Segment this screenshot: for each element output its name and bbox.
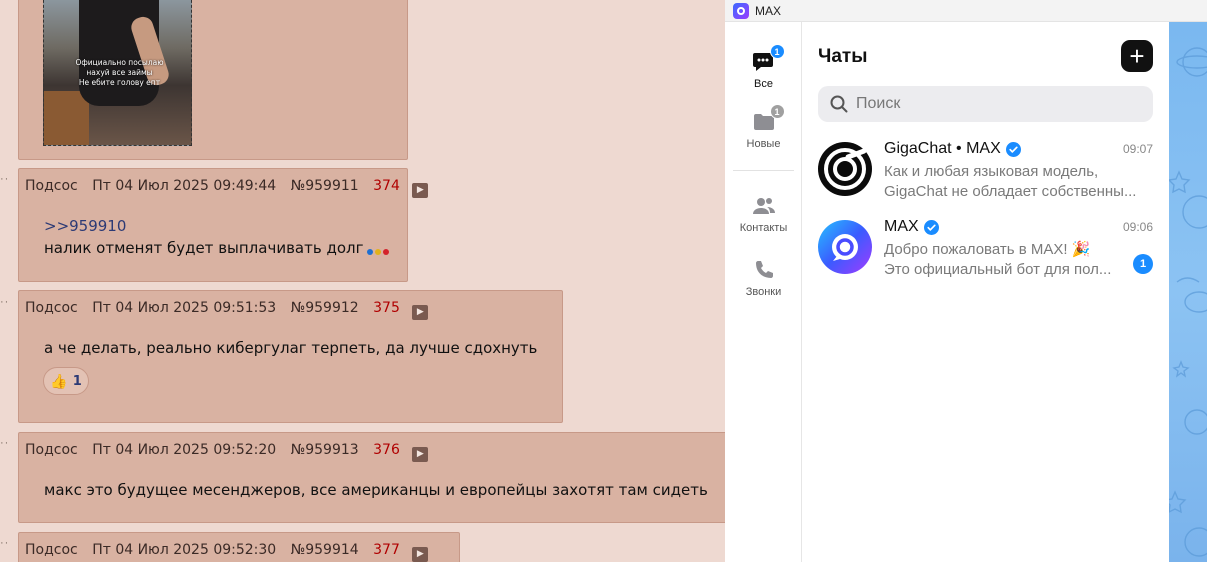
search-input[interactable] xyxy=(856,95,1136,113)
post-header: Подсос Пт 04 Июл 2025 09:51:53 №959912 3… xyxy=(25,300,438,320)
search-icon xyxy=(830,95,848,113)
post-body: >>959910 налик отменят будет выплачивать… xyxy=(44,215,391,261)
unread-badge: 1 xyxy=(1133,254,1153,274)
post-image-thumbnail[interactable]: Официально посылаю нахуй все займы Не еб… xyxy=(43,0,192,146)
post-header: Подсос Пт 04 Июл 2025 09:52:30 №959914 3… xyxy=(25,542,438,562)
nav-calls[interactable]: Звонки xyxy=(725,258,802,298)
verified-icon xyxy=(923,219,939,235)
post-author: Подсос xyxy=(25,442,78,458)
post-header: Подсос Пт 04 Июл 2025 09:52:20 №959913 3… xyxy=(25,442,438,462)
search-bar[interactable] xyxy=(818,86,1153,122)
chat-wallpaper xyxy=(1169,22,1207,562)
post-author: Подсос xyxy=(25,300,78,316)
chats-panel: Чаты + GigaChat • MAX 09:07 Как и любая … xyxy=(802,22,1169,562)
thumbs-up-icon: 👍 xyxy=(50,372,68,389)
post-dots: ·· xyxy=(0,173,10,185)
post-author: Подсос xyxy=(25,178,78,194)
nav-contacts[interactable]: Контакты xyxy=(725,194,802,234)
post-dots: ·· xyxy=(0,537,10,549)
post-dots: ·· xyxy=(0,437,10,449)
verified-icon xyxy=(1005,141,1021,157)
post-index: 376 xyxy=(373,442,400,458)
imageboard-thread: Официально посылаю нахуй все займы Не еб… xyxy=(0,0,725,562)
reply-link[interactable]: >>959910 xyxy=(44,215,391,237)
post-375: Подсос Пт 04 Июл 2025 09:51:53 №959912 3… xyxy=(18,290,563,423)
contacts-icon xyxy=(751,194,777,218)
post-number[interactable]: №959911 xyxy=(291,178,359,194)
chat-time: 09:07 xyxy=(1122,142,1153,156)
play-icon[interactable]: ▶ xyxy=(412,305,429,320)
post-index: 374 xyxy=(373,178,400,194)
nav-divider xyxy=(733,170,794,171)
post-number[interactable]: №959914 xyxy=(291,542,359,558)
post-date: Пт 04 Июл 2025 09:52:30 xyxy=(92,542,277,558)
phone-icon xyxy=(751,258,777,282)
folder-icon: 1 xyxy=(751,104,785,134)
post-date: Пт 04 Июл 2025 09:52:20 xyxy=(92,442,277,458)
post-number[interactable]: №959913 xyxy=(291,442,359,458)
max-logo-icon xyxy=(733,2,749,19)
page-title: Чаты xyxy=(818,46,868,67)
nav-new-chats[interactable]: 1 Новые xyxy=(725,104,802,150)
new-chat-button[interactable]: + xyxy=(1121,40,1153,72)
post-image: Официально посылаю нахуй все займы Не еб… xyxy=(18,0,408,160)
chat-name: MAX xyxy=(884,218,939,236)
post-index: 375 xyxy=(373,300,400,316)
post-date: Пт 04 Июл 2025 09:51:53 xyxy=(92,300,277,316)
chat-name: GigaChat • MAX xyxy=(884,140,1021,158)
post-index: 377 xyxy=(373,542,400,558)
play-icon[interactable]: ▶ xyxy=(412,547,429,562)
nav-all-badge: 1 xyxy=(769,44,785,59)
reaction-count: 1 xyxy=(72,373,82,389)
gigachat-avatar xyxy=(818,142,872,196)
color-dots-icon xyxy=(367,239,391,261)
post-author: Подсос xyxy=(25,542,78,558)
post-376: Подсос Пт 04 Июл 2025 09:52:20 №959913 3… xyxy=(18,432,725,523)
image-caption: Официально посылаю нахуй все займы Не еб… xyxy=(75,58,164,87)
chat-preview: Добро пожаловать в MAX! 🎉 Это официальны… xyxy=(884,241,1112,278)
post-body: а че делать, реально кибергулаг терпеть,… xyxy=(44,339,538,357)
post-374: Подсос Пт 04 Июл 2025 09:49:44 №959911 3… xyxy=(18,168,429,282)
nav-contacts-label: Контакты xyxy=(739,222,788,234)
chat-time: 09:06 xyxy=(1122,220,1153,234)
play-icon[interactable]: ▶ xyxy=(412,447,429,462)
nav-new-badge: 1 xyxy=(769,104,785,119)
nav-new-label: Новые xyxy=(746,138,781,150)
chat-item-gigachat[interactable]: GigaChat • MAX 09:07 Как и любая языкова… xyxy=(802,136,1169,210)
post-dots: ·· xyxy=(0,296,10,308)
chat-preview: Как и любая языковая модель, GigaChat не… xyxy=(884,163,1137,200)
post-number[interactable]: №959912 xyxy=(291,300,359,316)
chat-bubble-icon: 1 xyxy=(751,44,785,74)
post-date: Пт 04 Июл 2025 09:49:44 xyxy=(92,178,277,194)
window-title: MAX xyxy=(755,3,782,18)
max-sidebar-nav: 1 Все 1 Новые Контакты Звонки xyxy=(725,22,802,562)
nav-calls-label: Звонки xyxy=(745,286,782,298)
post-header: Подсос Пт 04 Июл 2025 09:49:44 №959911 3… xyxy=(25,178,438,198)
max-avatar xyxy=(818,220,872,274)
post-body: макс это будущее месенджеров, все америк… xyxy=(44,481,708,499)
post-377: Подсос Пт 04 Июл 2025 09:52:30 №959914 3… xyxy=(18,532,460,562)
play-icon[interactable]: ▶ xyxy=(412,183,429,198)
nav-all-label: Все xyxy=(754,78,773,90)
nav-all-chats[interactable]: 1 Все xyxy=(725,44,802,90)
max-titlebar: MAX xyxy=(725,0,1207,22)
chat-item-max[interactable]: MAX 09:06 Добро пожаловать в MAX! 🎉 Это … xyxy=(802,214,1169,288)
reaction-button[interactable]: 👍 1 xyxy=(43,367,89,395)
